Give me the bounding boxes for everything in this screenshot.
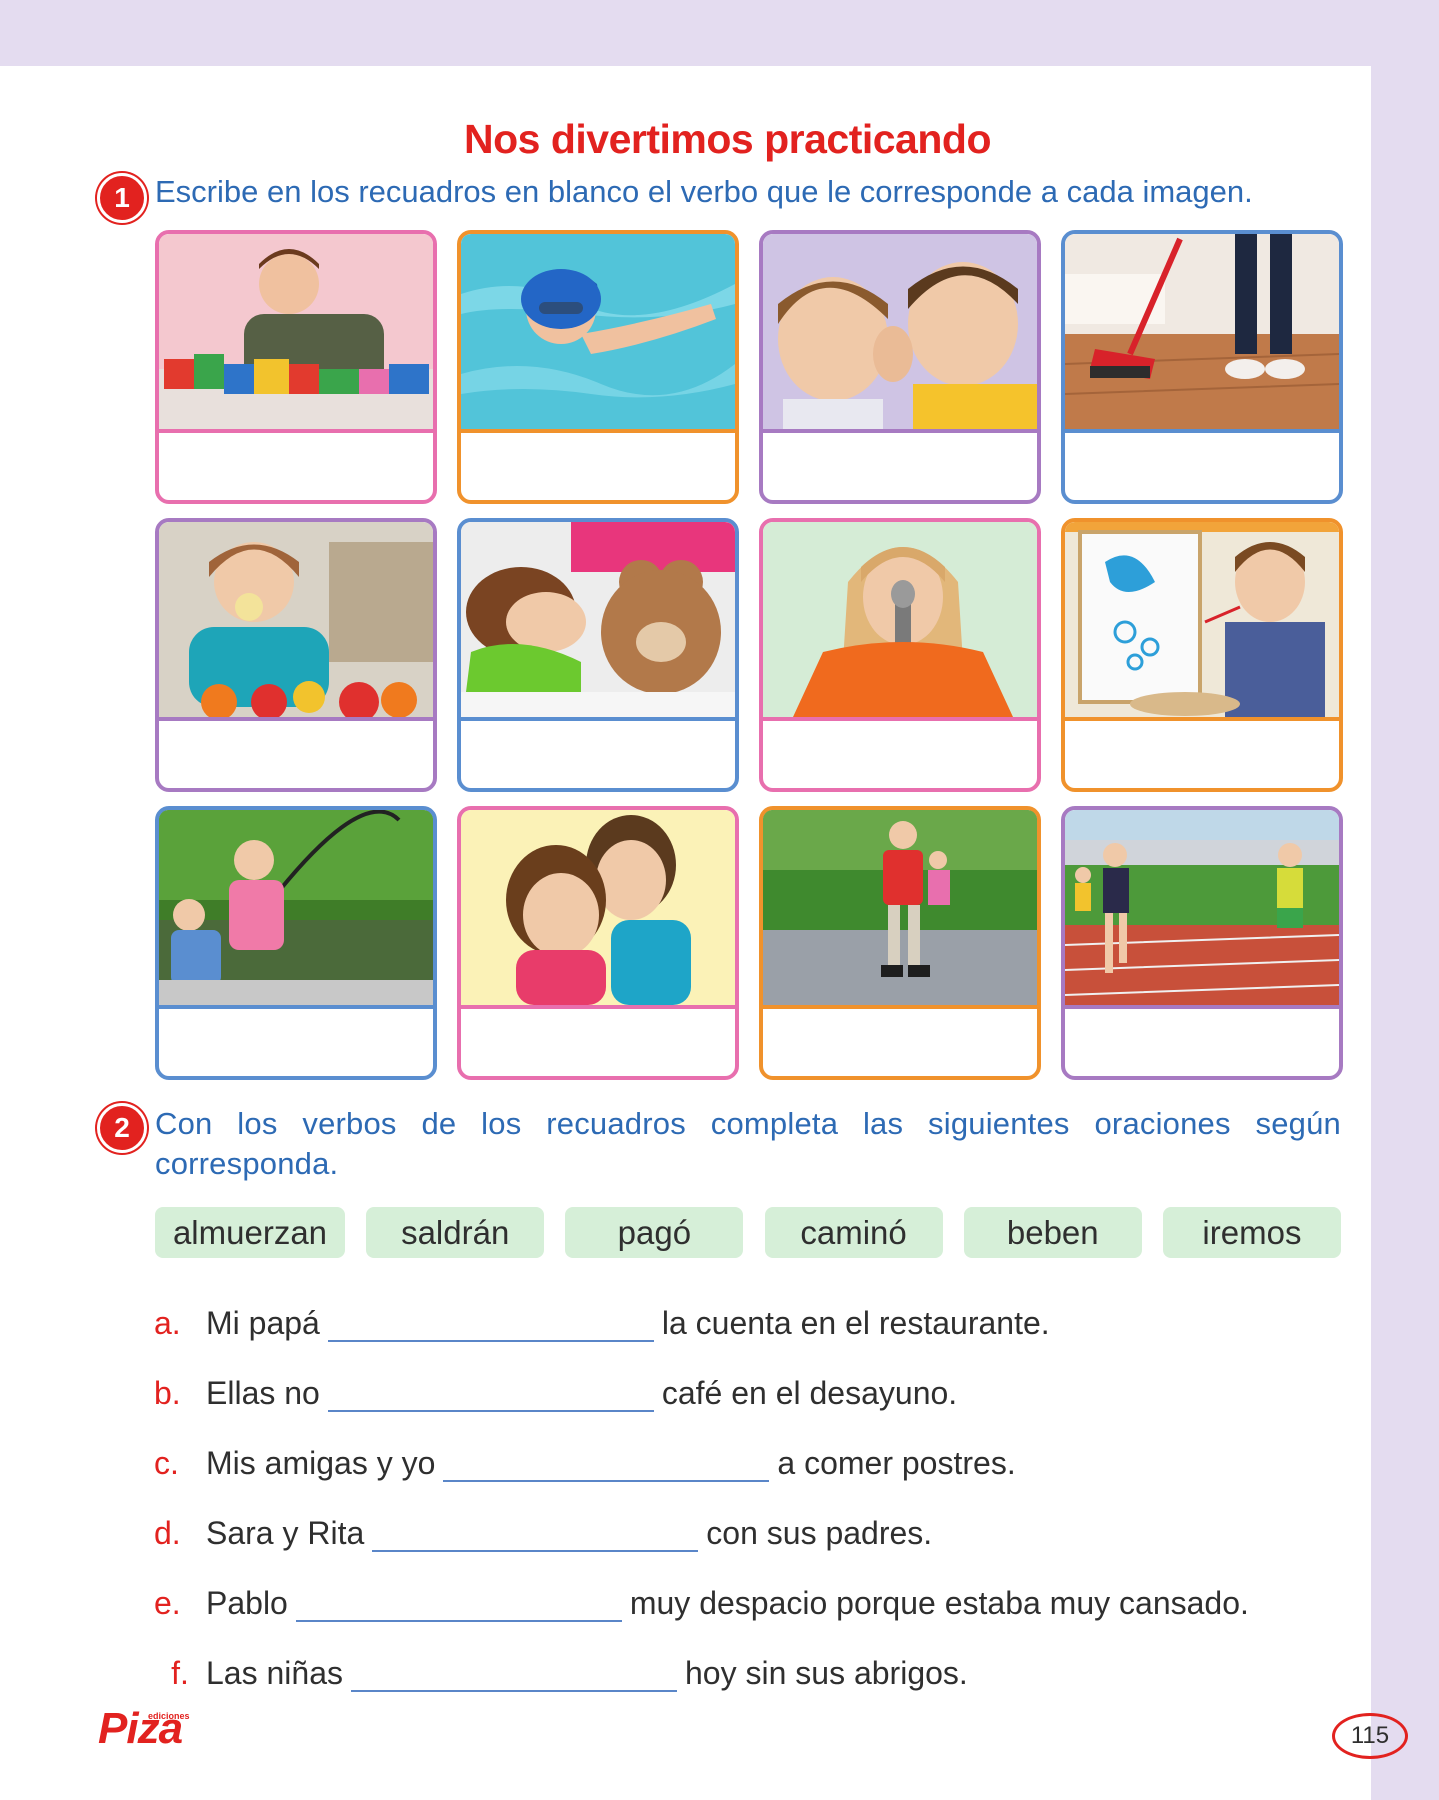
- image-card-10: [457, 806, 739, 1080]
- grandfather-fishing-photo: [159, 810, 433, 1009]
- answer-line[interactable]: [295, 1590, 622, 1622]
- answer-box-11[interactable]: [763, 1009, 1037, 1076]
- verb-chip: saldrán: [366, 1207, 545, 1258]
- verb-chip: caminó: [764, 1207, 943, 1258]
- answer-box-9[interactable]: [159, 1009, 433, 1076]
- boy-building-blocks-photo: [159, 234, 433, 433]
- answer-line[interactable]: [372, 1520, 699, 1552]
- sentence-start: Ellas no: [206, 1375, 320, 1411]
- verb-bank: almuerzan saldrán pagó caminó beben irem…: [155, 1207, 1341, 1258]
- answer-line[interactable]: [443, 1450, 770, 1482]
- sentence-end: café en el desayuno.: [661, 1375, 958, 1411]
- exercise-1-instruction: Escribe en los recuadros en blanco el ve…: [155, 174, 1253, 209]
- sentence-end: con sus padres.: [706, 1515, 933, 1551]
- kids-running-track-photo: [1065, 810, 1339, 1009]
- exercise-1-number: 1: [97, 173, 147, 223]
- answer-box-5[interactable]: [159, 721, 433, 788]
- answer-box-3[interactable]: [763, 433, 1037, 500]
- verb-chip: beben: [963, 1207, 1142, 1258]
- verb-chip: pagó: [565, 1207, 744, 1258]
- image-card-8: [1061, 518, 1343, 792]
- sentence-letter: f.: [171, 1655, 189, 1691]
- sentence-start: Las niñas: [206, 1655, 343, 1691]
- sentence-letter: a.: [154, 1305, 181, 1341]
- image-card-2: [457, 230, 739, 504]
- sentence-b: b. Ellas no café en el desayuno.: [154, 1368, 957, 1412]
- verb-chip: almuerzan: [155, 1207, 345, 1258]
- answer-line[interactable]: [327, 1380, 654, 1412]
- sentence-letter: d.: [154, 1515, 181, 1551]
- publisher-logo-subtitle: ediciones: [148, 1711, 190, 1721]
- sentence-end: a comer postres.: [777, 1445, 1016, 1481]
- boys-whispering-photo: [763, 234, 1037, 433]
- answer-box-1[interactable]: [159, 433, 433, 500]
- sentence-f: f. Las niñas hoy sin sus abrigos.: [154, 1648, 968, 1692]
- sentence-letter: b.: [154, 1375, 181, 1411]
- image-card-1: [155, 230, 437, 504]
- sentence-a: a. Mi papá la cuenta en el restaurante.: [154, 1298, 1050, 1342]
- sweeping-floor-photo: [1065, 234, 1339, 433]
- image-card-5: [155, 518, 437, 792]
- answer-box-7[interactable]: [763, 721, 1037, 788]
- girl-singing-microphone-photo: [763, 522, 1037, 721]
- exercise-2-number: 2: [97, 1103, 147, 1153]
- answer-box-6[interactable]: [461, 721, 735, 788]
- image-card-12: [1061, 806, 1343, 1080]
- child-swimming-photo: [461, 234, 735, 433]
- image-card-9: [155, 806, 437, 1080]
- image-card-6: [457, 518, 739, 792]
- sentence-letter: c.: [154, 1445, 179, 1481]
- sentence-end: muy despacio porque estaba muy cansado.: [629, 1585, 1249, 1621]
- answer-box-4[interactable]: [1065, 433, 1339, 500]
- boy-painting-easel-photo: [1065, 522, 1339, 721]
- sentence-letter: e.: [154, 1585, 181, 1621]
- sentence-c: c. Mis amigas y yo a comer postres.: [154, 1438, 1016, 1482]
- page-title: Nos divertimos practicando: [464, 116, 991, 162]
- image-card-3: [759, 230, 1041, 504]
- answer-line[interactable]: [350, 1660, 677, 1692]
- answer-line[interactable]: [327, 1310, 654, 1342]
- image-card-11: [759, 806, 1041, 1080]
- sentence-start: Sara y Rita: [206, 1515, 365, 1551]
- sentence-start: Mi papá: [206, 1305, 320, 1341]
- boy-rollerskating-photo: [763, 810, 1037, 1009]
- sentence-start: Pablo: [206, 1585, 288, 1621]
- girls-hugging-photo: [461, 810, 735, 1009]
- sentence-start: Mis amigas y yo: [206, 1445, 436, 1481]
- sentence-e: e. Pablo muy despacio porque estaba muy …: [154, 1578, 1249, 1622]
- sentence-end: la cuenta en el restaurante.: [661, 1305, 1050, 1341]
- answer-box-2[interactable]: [461, 433, 735, 500]
- exercise-2-instruction: Con los verbos de los recuadros completa…: [155, 1106, 1341, 1181]
- girl-sleeping-teddy-photo: [461, 522, 735, 721]
- answer-box-10[interactable]: [461, 1009, 735, 1076]
- answer-box-8[interactable]: [1065, 721, 1339, 788]
- sentence-d: d. Sara y Rita con sus padres.: [154, 1508, 932, 1552]
- verb-chip: iremos: [1162, 1207, 1341, 1258]
- girl-eating-apple-photo: [159, 522, 433, 721]
- sentence-end: hoy sin sus abrigos.: [684, 1655, 968, 1691]
- page-number: 115: [1332, 1713, 1408, 1759]
- image-grid: [155, 230, 1343, 1080]
- image-card-4: [1061, 230, 1343, 504]
- image-card-7: [759, 518, 1041, 792]
- answer-box-12[interactable]: [1065, 1009, 1339, 1076]
